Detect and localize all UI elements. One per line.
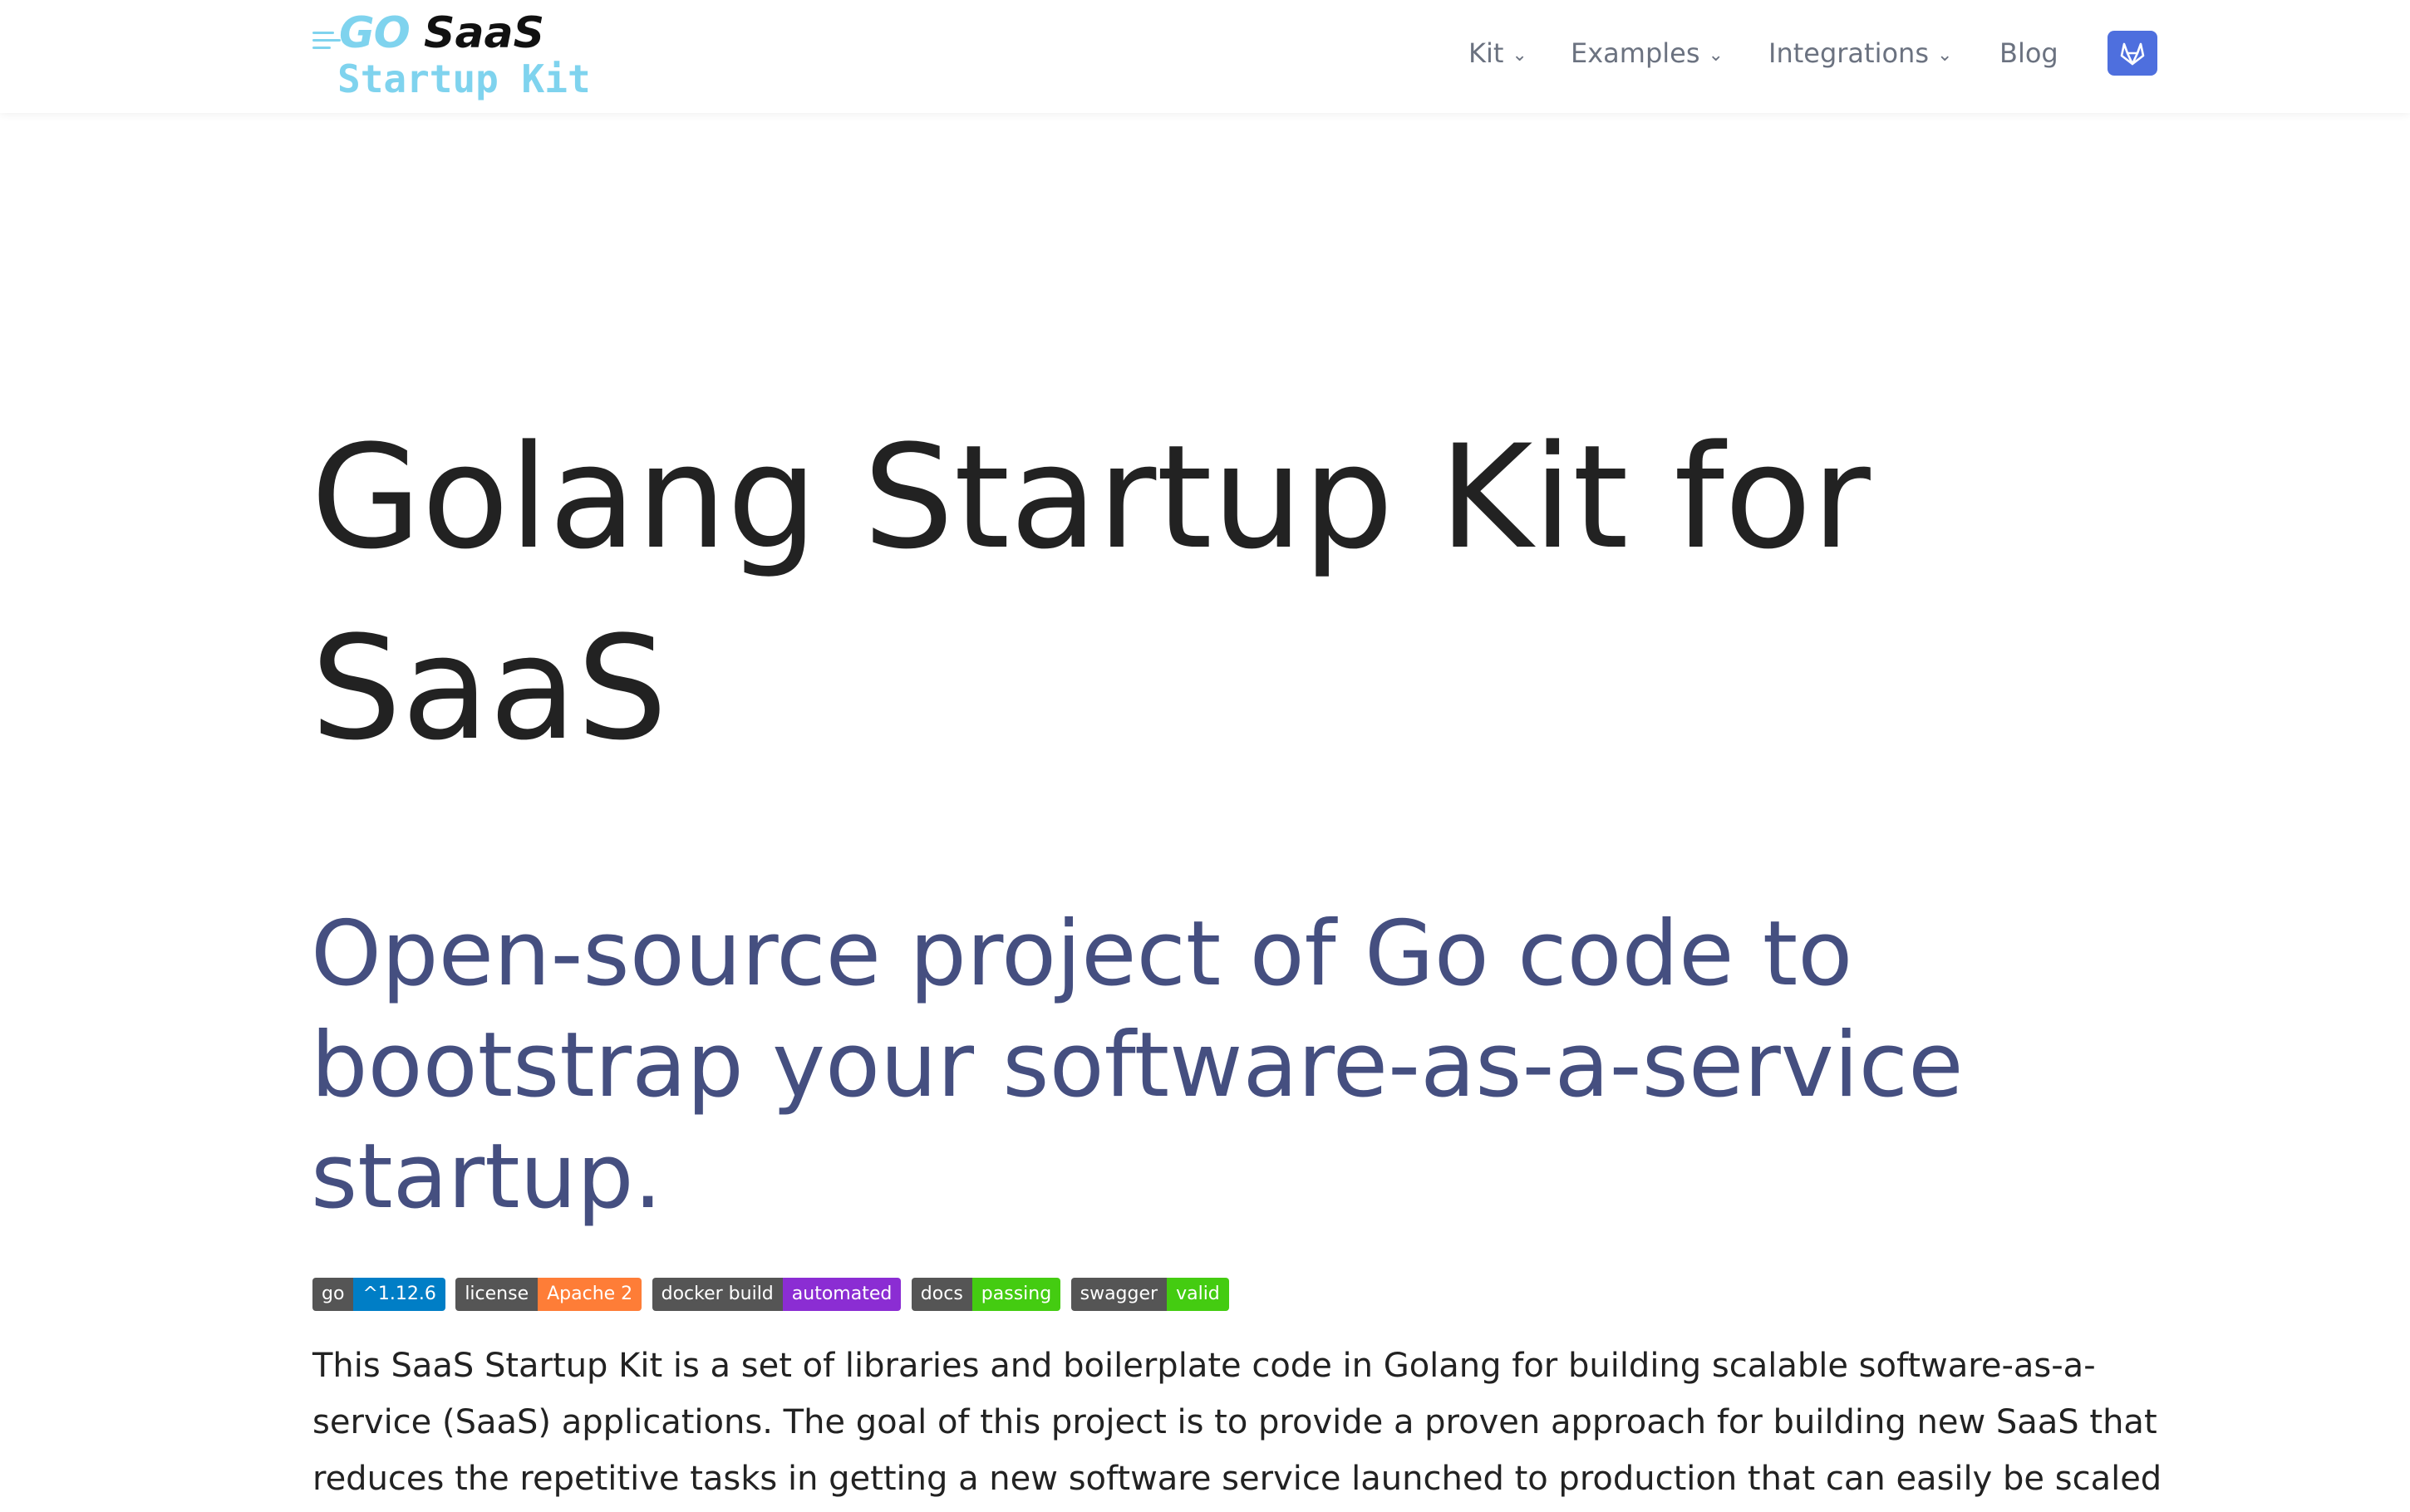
page-subtitle-line: Open-source project of Go code to [311,902,1853,1006]
page-subtitle-line: startup. [311,1125,662,1229]
main-nav: Kit ⌄ Examples ⌄ Integrations ⌄ Blog [0,0,2410,106]
page-title-line: SaaS [311,605,668,772]
page-subtitle-line: bootstrap your software-as-a-service [311,1014,1964,1117]
nav-item-label: Integrations [1768,37,1929,69]
nav-item-kit[interactable]: Kit ⌄ [1468,33,1527,73]
gitlab-button[interactable] [2108,31,2157,76]
docker-build-badge[interactable]: docker build automated [652,1278,902,1311]
chevron-down-icon: ⌄ [1937,45,1953,66]
nav-item-integrations[interactable]: Integrations ⌄ [1768,33,1952,73]
nav-item-label: Examples [1571,37,1700,69]
intro-line: This SaaS Startup Kit is a set of librar… [312,1347,2096,1385]
page-title-line: Golang Startup Kit for [311,414,1871,581]
nav-item-label: Blog [1999,37,2058,69]
gitlab-icon [2120,42,2145,66]
chevron-down-icon: ⌄ [1512,45,1527,66]
badge-value: automated [782,1278,902,1311]
nav-item-blog[interactable]: Blog [1999,33,2058,73]
intro-paragraph: This SaaS Startup Kit is a set of librar… [312,1338,2166,1507]
go-version-badge[interactable]: go ^1.12.6 [312,1278,445,1311]
site-header: GO SaaS Startup Kit Kit ⌄ Examples ⌄ Integ… [0,0,2410,113]
page: GO SaaS Startup Kit Kit ⌄ Examples ⌄ Integ… [0,0,2410,1512]
nav-item-examples[interactable]: Examples ⌄ [1571,33,1724,73]
badge-value: Apache 2 [538,1278,642,1311]
swagger-badge[interactable]: swagger valid [1070,1278,1229,1311]
page-subtitle: Open-source project of Go code to bootst… [311,899,2222,1233]
badge-label: license [455,1278,539,1311]
intro-line: service (SaaS) applications. The goal of… [312,1403,2157,1441]
badge-label: go [312,1278,354,1311]
badge-label: docker build [652,1278,783,1311]
nav-item-label: Kit [1468,37,1504,69]
license-badge[interactable]: license Apache 2 [455,1278,642,1311]
status-badges: go ^1.12.6 license Apache 2 docker build au… [312,1278,1236,1313]
intro-line: reduces the repetitive tasks in getting … [312,1460,2162,1498]
badge-value: passing [971,1278,1061,1311]
page-title: Golang Startup Kit for SaaS [311,402,2189,784]
chevron-down-icon: ⌄ [1708,45,1724,66]
badge-label: docs [911,1278,972,1311]
badge-value: ^1.12.6 [353,1278,445,1311]
docs-badge[interactable]: docs passing [911,1278,1061,1311]
badge-value: valid [1167,1278,1229,1311]
badge-label: swagger [1070,1278,1168,1311]
